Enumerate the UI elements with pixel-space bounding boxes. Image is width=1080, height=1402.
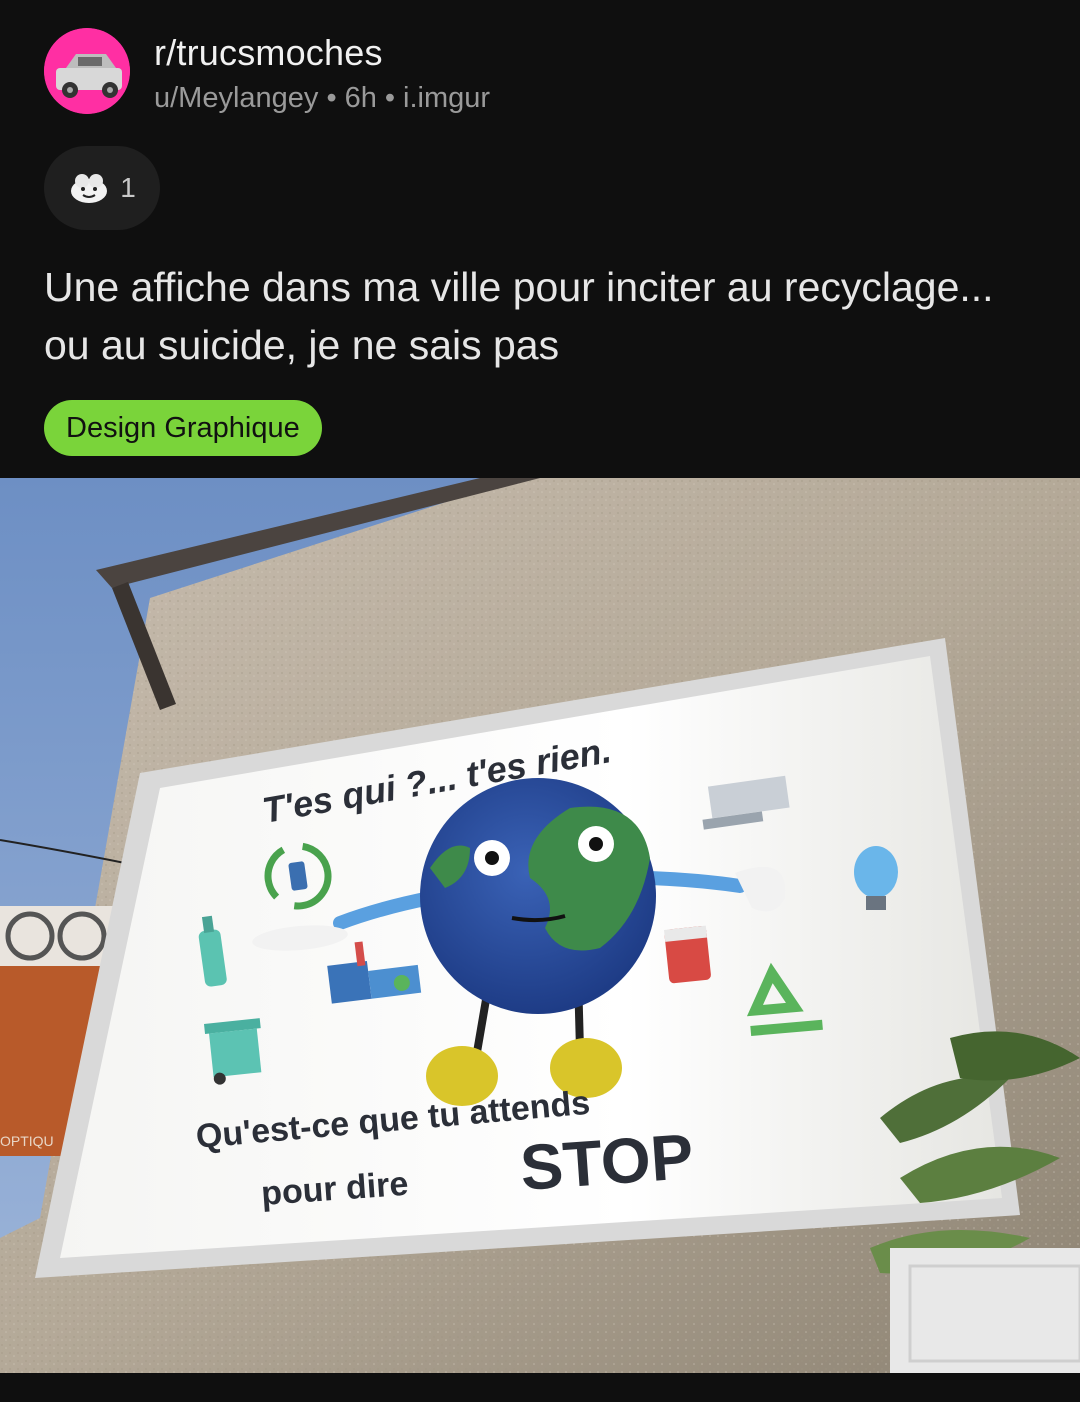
car-icon bbox=[44, 28, 130, 114]
footer-band bbox=[0, 1373, 1080, 1402]
subreddit-avatar[interactable] bbox=[44, 28, 130, 114]
post-meta: u/Meylangey • 6h • i.imgur bbox=[154, 82, 490, 115]
author-link[interactable]: u/Meylangey bbox=[154, 82, 318, 114]
storefront-text: OPTIQU bbox=[0, 1133, 54, 1149]
award-count: 1 bbox=[120, 172, 136, 203]
award-icon bbox=[71, 174, 108, 203]
subreddit-name[interactable]: r/trucsmoches bbox=[154, 32, 383, 74]
post-image[interactable]: OPTIQU T'es qui ?... t'es rien. Qu'est-c… bbox=[0, 478, 1080, 1373]
poster-photo: OPTIQU T'es qui ?... t'es rien. Qu'est-c… bbox=[0, 478, 1080, 1373]
post-age: 6h bbox=[344, 82, 377, 114]
soda-can-icon bbox=[664, 925, 711, 984]
separator: • bbox=[384, 82, 396, 114]
separator: • bbox=[326, 82, 337, 114]
post-flair[interactable]: Design Graphique bbox=[44, 400, 322, 456]
award-button[interactable]: 1 bbox=[44, 146, 160, 230]
post-title[interactable]: Une affiche dans ma ville pour inciter a… bbox=[44, 258, 1044, 374]
post-domain[interactable]: i.imgur bbox=[403, 82, 490, 114]
poster-stop: STOP bbox=[518, 1120, 696, 1204]
post-header: r/trucsmoches u/Meylangey • 6h • i.imgur 1 U… bbox=[0, 0, 1080, 478]
